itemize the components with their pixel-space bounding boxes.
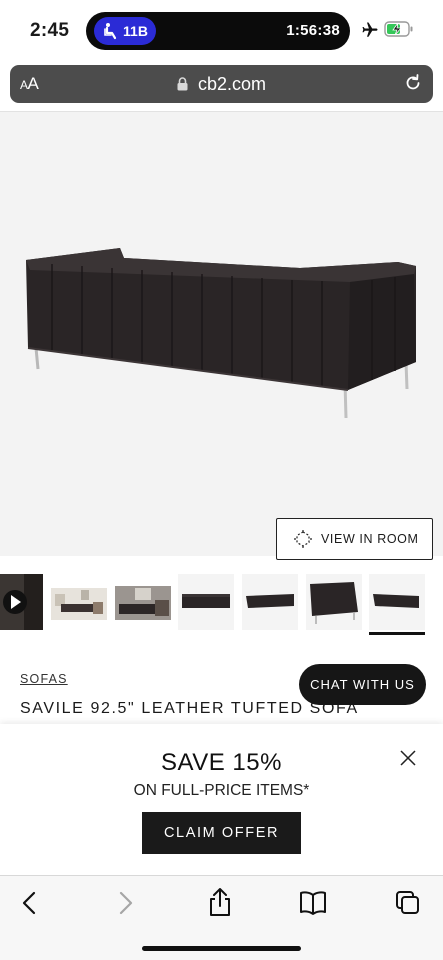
- thumbnail-6[interactable]: [306, 574, 362, 630]
- dynamic-island[interactable]: 11B 1:56:38: [86, 12, 350, 50]
- thumb-sofa-angle-image: [242, 574, 298, 630]
- thumbnail-2[interactable]: [51, 574, 107, 630]
- bookmarks-icon[interactable]: [299, 890, 327, 916]
- url-bar[interactable]: AA cb2.com: [10, 65, 433, 103]
- share-icon[interactable]: [207, 887, 233, 917]
- category-link[interactable]: SOFAS: [20, 672, 68, 686]
- thumb-sofa-side-image: [306, 574, 362, 630]
- sofa-image: [26, 248, 416, 419]
- promo-banner: SAVE 15% ON FULL-PRICE ITEMS* CLAIM OFFE…: [0, 724, 443, 875]
- thumbnail-4[interactable]: [178, 574, 234, 630]
- view-in-room-button[interactable]: VIEW IN ROOM: [276, 518, 433, 560]
- seat-number: 11B: [123, 23, 148, 39]
- battery-charging-icon: [384, 21, 413, 37]
- home-indicator: [142, 946, 301, 951]
- thumbnail-5[interactable]: [242, 574, 298, 630]
- claim-offer-button[interactable]: CLAIM OFFER: [142, 812, 301, 854]
- thumbnail-video[interactable]: [0, 574, 43, 630]
- product-main-image[interactable]: [0, 112, 443, 556]
- thumbnail-3[interactable]: [115, 574, 171, 630]
- chat-with-us-button[interactable]: CHAT WITH US: [299, 664, 426, 705]
- seat-pill: 11B: [94, 17, 156, 45]
- back-icon[interactable]: [19, 890, 41, 916]
- person-seat-icon: [104, 23, 117, 40]
- reload-icon[interactable]: [403, 73, 423, 93]
- thumb-room-scene-image: [115, 574, 171, 630]
- close-icon[interactable]: [398, 748, 418, 768]
- thumb-living-room-image: [51, 574, 107, 630]
- thumbnail-active-indicator: [369, 632, 425, 635]
- forward-icon[interactable]: [114, 890, 136, 916]
- url-text[interactable]: cb2.com: [198, 74, 266, 94]
- promo-title: SAVE 15%: [161, 749, 282, 776]
- view-in-room-label: VIEW IN ROOM: [321, 532, 419, 546]
- thumbnail-7[interactable]: [369, 574, 425, 630]
- status-bar: 2:45 11B 1:56:38: [0, 0, 443, 62]
- airplane-icon: [362, 22, 378, 37]
- product-title: SAVILE 92.5" LEATHER TUFTED SOFA: [20, 700, 359, 717]
- ar-cube-icon: [294, 530, 312, 548]
- thumb-sofa-back-image: [369, 574, 425, 630]
- video-thumb-image: [0, 574, 43, 630]
- promo-subtitle: ON FULL-PRICE ITEMS*: [133, 782, 310, 799]
- flight-timer: 1:56:38: [286, 22, 340, 39]
- thumb-sofa-front-image: [178, 574, 234, 630]
- lock-icon: [177, 77, 188, 91]
- tabs-icon[interactable]: [395, 890, 421, 916]
- status-time: 2:45: [30, 20, 70, 41]
- thumbnail-strip[interactable]: [0, 572, 443, 636]
